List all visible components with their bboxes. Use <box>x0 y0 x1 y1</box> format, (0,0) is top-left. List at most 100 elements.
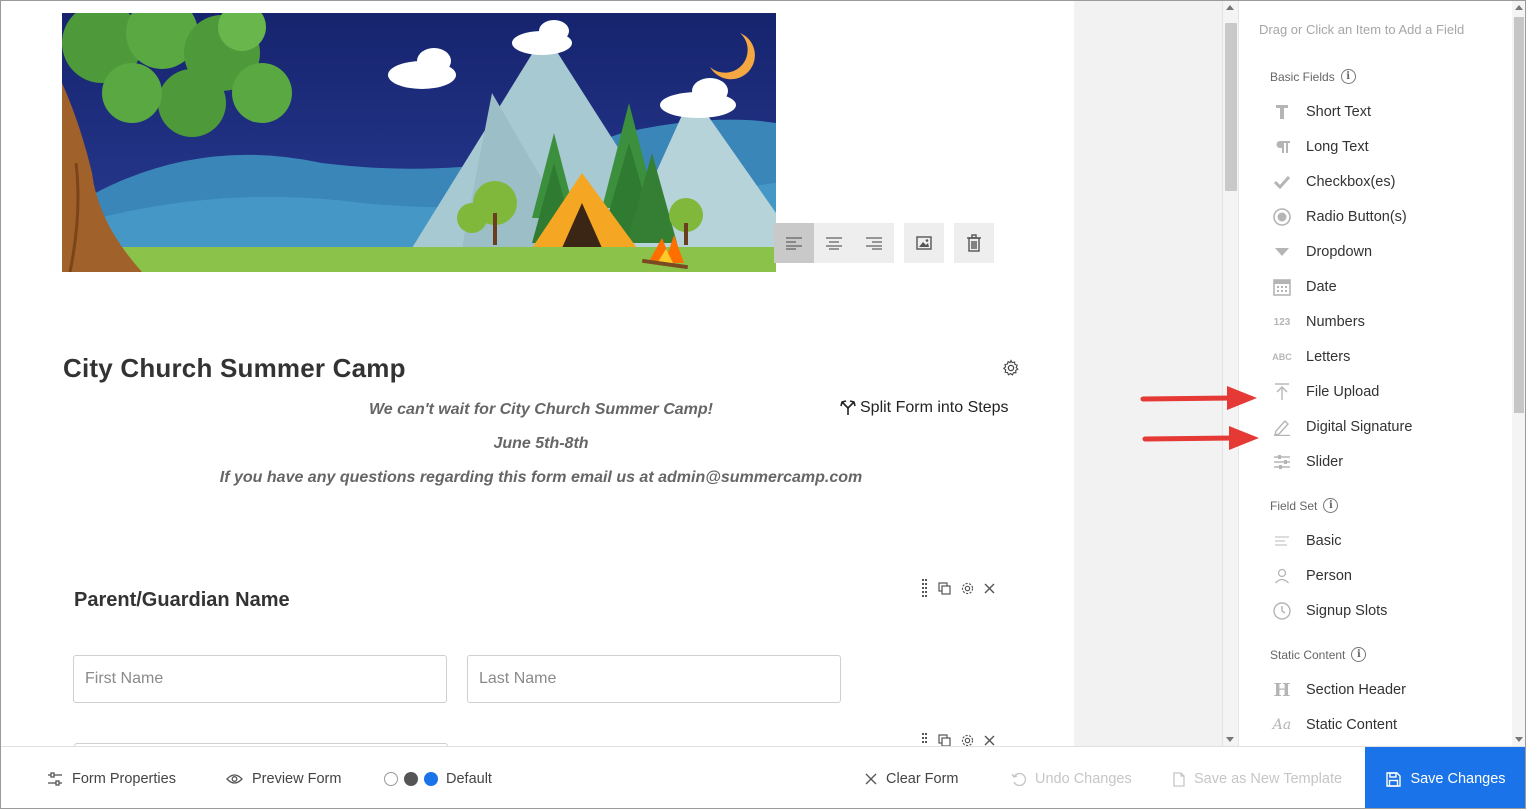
field-palette-sidebar: Drag or Click an Item to Add a Field Bas… <box>1238 1 1512 746</box>
palette-hint: Drag or Click an Item to Add a Field <box>1259 22 1465 37</box>
info-icon[interactable]: i <box>1323 498 1339 513</box>
image-icon <box>916 236 932 250</box>
first-name-input[interactable] <box>73 655 447 703</box>
palette-item-letters[interactable]: ABC Letters <box>1270 342 1500 372</box>
scroll-down-arrow-icon[interactable] <box>1515 737 1523 742</box>
scroll-up-arrow-icon[interactable] <box>1226 5 1234 10</box>
theme-dark-swatch[interactable] <box>404 772 418 786</box>
properties-sliders-icon <box>48 772 62 786</box>
header-h-icon: H <box>1273 679 1291 701</box>
sidebar-scrollbar[interactable] <box>1512 1 1525 746</box>
duplicate-field-button[interactable] <box>938 581 951 595</box>
form-properties-label: Form Properties <box>72 771 176 787</box>
palette-item-label: Numbers <box>1306 314 1365 330</box>
form-title[interactable]: City Church Summer Camp <box>63 353 406 384</box>
drag-handle[interactable] <box>922 579 928 597</box>
save-as-template-button[interactable]: Save as New Template <box>1173 747 1342 808</box>
field-toolbar <box>922 579 995 597</box>
theme-default-swatch[interactable] <box>424 772 438 786</box>
palette-item-long-text[interactable]: Long Text <box>1270 132 1500 162</box>
palette-item-static-content[interactable]: Aa Static Content <box>1270 710 1500 740</box>
gear-icon <box>961 734 974 746</box>
form-properties-button[interactable]: Form Properties <box>47 747 176 808</box>
gear-icon <box>1002 359 1019 376</box>
canvas-gutter <box>1074 1 1222 746</box>
preview-form-label: Preview Form <box>252 771 342 787</box>
align-left-button[interactable] <box>774 223 814 263</box>
copy-icon <box>938 581 951 595</box>
caret-down-icon <box>1270 242 1294 262</box>
palette-item-basic[interactable]: Basic <box>1270 526 1500 556</box>
image-align-toolbar <box>774 223 894 263</box>
sliders-icon <box>1270 452 1294 472</box>
section-title: Static Content <box>1270 647 1346 662</box>
palette-item-section-header[interactable]: H Section Header <box>1270 675 1500 705</box>
clock-icon <box>1270 601 1294 621</box>
field-settings-button[interactable] <box>961 582 974 595</box>
field-settings-button[interactable] <box>961 734 974 747</box>
info-icon[interactable]: i <box>1340 69 1356 84</box>
palette-item-label: Basic <box>1306 533 1342 549</box>
change-image-button[interactable] <box>904 223 944 263</box>
drag-handle[interactable] <box>922 733 928 746</box>
palette-item-label: Dropdown <box>1306 244 1373 260</box>
canvas-scrollbar[interactable] <box>1222 1 1238 746</box>
next-field-toolbar <box>922 733 995 746</box>
sidebar-scroll-thumb[interactable] <box>1514 17 1524 413</box>
delete-image-button[interactable] <box>954 223 994 263</box>
header-banner-image[interactable] <box>62 13 776 272</box>
preview-form-button[interactable]: Preview Form <box>226 747 342 808</box>
description-line-1: We can't wait for City Church Summer Cam… <box>368 401 713 418</box>
palette-item-numbers[interactable]: 123 Numbers <box>1270 307 1500 337</box>
align-center-button[interactable] <box>814 223 854 263</box>
palette-item-label: Person <box>1306 568 1352 584</box>
palette-item-file-upload[interactable]: File Upload <box>1270 377 1500 407</box>
canvas-scroll-thumb[interactable] <box>1225 23 1237 191</box>
text-t-icon <box>1270 102 1294 122</box>
theme-label: Default <box>446 771 492 787</box>
palette-item-slider[interactable]: Slider <box>1270 447 1500 477</box>
paragraph-icon <box>1270 137 1294 157</box>
info-icon[interactable]: i <box>1351 647 1367 662</box>
align-right-button[interactable] <box>854 223 894 263</box>
save-changes-button[interactable]: Save Changes <box>1365 747 1525 808</box>
theme-light-swatch[interactable] <box>384 772 398 786</box>
radio-icon <box>1270 207 1294 227</box>
align-left-icon <box>786 237 802 250</box>
remove-field-button[interactable] <box>984 583 995 594</box>
palette-item-signup-slots[interactable]: Signup Slots <box>1270 596 1500 626</box>
palette-item-label: Slider <box>1306 454 1344 470</box>
palette-item-label: File Upload <box>1306 384 1380 400</box>
duplicate-field-button[interactable] <box>938 733 951 746</box>
title-settings-button[interactable] <box>1002 359 1020 377</box>
palette-item-radio-buttons[interactable]: Radio Button(s) <box>1270 202 1500 232</box>
eye-icon <box>226 774 243 784</box>
drag-grip-icon <box>922 733 927 743</box>
palette-item-short-text[interactable]: Short Text <box>1270 97 1500 127</box>
trash-icon <box>967 234 981 252</box>
last-name-input[interactable] <box>467 655 841 703</box>
lines-icon <box>1270 531 1294 551</box>
theme-selector[interactable]: Default <box>384 747 492 808</box>
palette-item-dropdown[interactable]: Dropdown <box>1270 237 1500 267</box>
palette-item-person[interactable]: Person <box>1270 561 1500 591</box>
align-right-icon <box>866 237 882 250</box>
gear-icon <box>961 582 974 594</box>
annotation-arrow-digital-signature-icon <box>1142 426 1259 450</box>
remove-field-button[interactable] <box>984 735 995 746</box>
field-label-parent-name[interactable]: Parent/Guardian Name <box>74 589 290 612</box>
palette-item-label: Short Text <box>1306 104 1372 120</box>
drag-grip-icon <box>922 579 927 597</box>
undo-changes-button[interactable]: Undo Changes <box>1011 747 1132 808</box>
clear-form-button[interactable]: Clear Form <box>865 747 959 808</box>
scroll-down-arrow-icon[interactable] <box>1226 737 1234 742</box>
palette-item-date[interactable]: Date <box>1270 272 1500 302</box>
upload-arrow-icon <box>1270 382 1294 402</box>
scroll-up-arrow-icon[interactable] <box>1515 5 1523 10</box>
palette-item-label: Digital Signature <box>1306 419 1413 435</box>
calendar-icon <box>1270 277 1294 297</box>
palette-item-digital-signature[interactable]: Digital Signature <box>1270 412 1500 442</box>
palette-item-checkboxes[interactable]: Checkbox(es) <box>1270 167 1500 197</box>
palette-item-label: Checkbox(es) <box>1306 174 1396 190</box>
form-canvas: City Church Summer Camp Split Form into … <box>2 1 1074 746</box>
